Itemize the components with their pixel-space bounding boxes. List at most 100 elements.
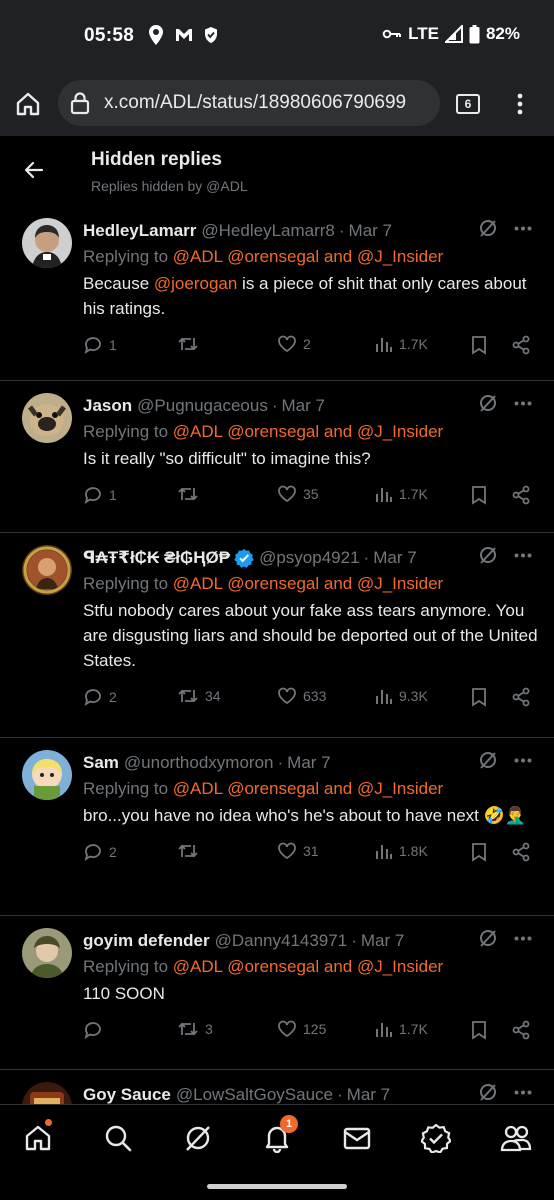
share-button[interactable] [511,485,531,505]
like-button[interactable]: 31 [277,842,319,860]
views-button[interactable]: 9.3K [375,687,428,705]
user-handle[interactable]: @Pugnugaceous [137,396,268,416]
avatar[interactable] [22,218,72,268]
views-button[interactable]: 1.7K [375,1020,428,1038]
post-date[interactable]: Mar 7 [282,396,325,416]
more-horiz-icon[interactable] [514,226,532,231]
bookmark-button[interactable] [471,335,487,355]
repost-button[interactable]: 34 [177,687,221,705]
share-button[interactable] [511,842,531,862]
post-date[interactable]: Mar 7 [373,548,416,568]
avatar[interactable] [22,750,72,800]
replying-to-mentions[interactable]: @ADL @orensegal and @J_Insider [173,779,443,798]
reply-button[interactable]: 1 [83,485,117,505]
display-name[interactable]: goyim defender [83,931,210,951]
reply-button[interactable]: 2 [83,842,117,862]
reply-button[interactable]: 1 [83,335,117,355]
back-arrow-icon[interactable] [22,158,46,182]
more-horiz-icon[interactable] [514,1090,532,1095]
display-name[interactable]: Goy Sauce [83,1085,171,1105]
user-handle[interactable]: @psyop4921 [259,548,359,568]
bookmark-button[interactable] [471,485,487,505]
status-bar: 05:58 LTE 82% [0,0,554,72]
reply-button[interactable] [83,1020,109,1040]
grok-icon[interactable] [183,1123,213,1153]
views-button[interactable]: 1.7K [375,485,428,503]
reply-item[interactable]: HedleyLamarr @HedleyLamarr8 · Mar 7 Repl… [0,206,554,381]
replying-to-mentions[interactable]: @ADL @orensegal and @J_Insider [173,957,443,976]
like-button[interactable]: 633 [277,687,326,705]
home-icon[interactable] [23,1123,53,1153]
display-name[interactable]: Sam [83,753,119,773]
reply-icon [84,1022,101,1039]
reply-item[interactable]: Sam @unorthodxymoron · Mar 7 Replying to… [0,738,554,916]
views-button[interactable]: 1.8K [375,842,428,860]
like-button[interactable]: 35 [277,485,319,503]
bookmark-button[interactable] [471,687,487,707]
share-icon [512,485,530,505]
verified-icon[interactable] [421,1123,451,1153]
share-button[interactable] [511,1020,531,1040]
like-button[interactable]: 2 [277,335,311,353]
views-button[interactable]: 1.7K [375,335,428,353]
people-icon[interactable] [500,1123,532,1153]
tab-switcher-button[interactable]: 6 [456,94,480,114]
post-date[interactable]: Mar 7 [349,221,392,241]
user-handle[interactable]: @HedleyLamarr8 [201,221,334,241]
repost-button[interactable] [177,335,205,353]
search-icon[interactable] [103,1123,133,1153]
more-vert-icon[interactable] [516,92,524,116]
post-date[interactable]: Mar 7 [287,753,330,773]
url-text[interactable]: x.com/ADL/status/18980606790699 [104,92,406,114]
more-horiz-icon[interactable] [514,936,532,941]
verified-badge [234,548,254,568]
grok-icon[interactable] [478,393,498,413]
post-date[interactable]: Mar 7 [361,931,404,951]
reply-item[interactable]: Jason @Pugnugaceous · Mar 7 Replying to … [0,381,554,533]
repost-button[interactable] [177,485,205,503]
user-handle[interactable]: @unorthodxymoron [124,753,274,773]
display-name[interactable]: HedleyLamarr [83,221,196,241]
more-horiz-icon[interactable] [514,553,532,558]
grok-icon[interactable] [478,218,498,238]
replying-to-mentions[interactable]: @ADL @orensegal and @J_Insider [173,574,443,593]
more-horiz-icon[interactable] [514,758,532,763]
replying-to-mentions[interactable]: @ADL @orensegal and @J_Insider [173,422,443,441]
lock-icon[interactable] [70,91,90,115]
avatar[interactable] [22,928,72,978]
share-icon [512,687,530,707]
gesture-bar-area [0,1172,554,1200]
like-button[interactable]: 125 [277,1020,326,1038]
reply-item[interactable]: goyim defender @Danny4143971 · Mar 7 Rep… [0,916,554,1070]
address-bar[interactable]: x.com/ADL/status/18980606790699 [58,80,440,126]
bookmark-button[interactable] [471,1020,487,1040]
reply-item[interactable]: ꟼ₳Ŧ₹ł₵₭ ₴ł₲ⱧØ₱ @psyop4921 · Mar 7 Replyi… [0,533,554,738]
user-handle[interactable]: @LowSaltGoySauce [176,1085,333,1105]
repost-button[interactable]: 3 [177,1020,213,1038]
reply-icon [84,337,101,354]
grok-icon[interactable] [478,545,498,565]
user-handle[interactable]: @Danny4143971 [215,931,348,951]
grok-icon[interactable] [478,750,498,770]
repost-button[interactable] [177,842,205,860]
browser-home-icon[interactable] [14,90,42,118]
more-horiz-icon[interactable] [514,401,532,406]
gesture-handle[interactable] [207,1184,347,1189]
share-button[interactable] [511,335,531,355]
mail-icon[interactable] [342,1123,372,1153]
reply-header: Sam @unorthodxymoron · Mar 7 [83,750,538,776]
replying-to-mentions[interactable]: @ADL @orensegal and @J_Insider [173,247,443,266]
repost-icon [178,844,198,858]
reply-text-part: Because [83,274,154,293]
avatar[interactable] [22,393,72,443]
share-button[interactable] [511,687,531,707]
display-name[interactable]: ꟼ₳Ŧ₹ł₵₭ ₴ł₲ⱧØ₱ [83,548,230,568]
mention-link[interactable]: @joerogan [154,274,237,293]
avatar[interactable] [22,545,72,595]
bookmark-button[interactable] [471,842,487,862]
display-name[interactable]: Jason [83,396,132,416]
post-date[interactable]: Mar 7 [347,1085,390,1105]
reply-button[interactable]: 2 [83,687,117,707]
grok-icon[interactable] [478,928,498,948]
grok-icon[interactable] [478,1082,498,1102]
